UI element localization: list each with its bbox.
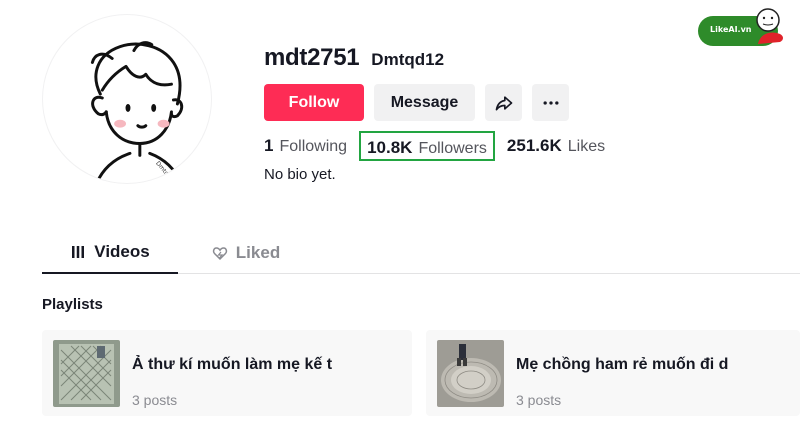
heart-outline-icon <box>212 247 227 261</box>
username: mdt2751 <box>264 44 360 71</box>
followers-count: 10.8K <box>367 138 413 157</box>
playlist-count: 3 posts <box>132 391 178 408</box>
profile-actions: Follow Message <box>264 84 569 121</box>
likes-stat: 251.6K Likes <box>507 131 605 161</box>
tab-liked[interactable]: Liked <box>178 232 314 274</box>
playlist-thumbnail <box>53 339 120 407</box>
share-icon <box>495 95 512 110</box>
profile-info: mdt2751 Dmtqd12 <box>264 44 444 76</box>
site-logo: LikeAI.vn <box>696 4 800 54</box>
playlist-text: Ả thư kí muốn làm mẹ kế t 3 posts <box>132 340 412 408</box>
follow-button[interactable]: Follow <box>264 84 364 121</box>
profile-avatar[interactable]: Dmtqd <box>42 14 212 184</box>
likes-label: Likes <box>567 138 606 155</box>
share-button[interactable] <box>485 84 522 121</box>
playlists-heading: Playlists <box>42 296 103 313</box>
followers-label: Followers <box>418 140 487 157</box>
playlist-thumbnail-image <box>437 339 504 407</box>
following-label: Following <box>279 138 348 155</box>
logo-text: LikeAI.vn <box>710 25 752 34</box>
playlist-count: 3 posts <box>516 391 562 408</box>
profile-tabs: Videos Liked <box>42 232 800 274</box>
following-count: 1 <box>264 136 274 155</box>
playlist-name: Mẹ chồng ham rẻ muốn đi d <box>516 355 729 373</box>
tab-videos-label: Videos <box>94 242 150 261</box>
profile-stats: 1 Following 10.8K Followers 251.6K Likes <box>264 131 605 161</box>
tab-liked-label: Liked <box>235 243 281 262</box>
more-horizontal-icon <box>543 100 558 105</box>
nickname: Dmtqd12 <box>371 50 445 69</box>
playlist-name: Ả thư kí muốn làm mẹ kế t <box>132 355 333 373</box>
followers-stat[interactable]: 10.8K Followers <box>359 131 495 161</box>
profile-bio: No bio yet. <box>264 166 336 183</box>
tab-videos[interactable]: Videos <box>42 232 178 274</box>
playlist-text: Mẹ chồng ham rẻ muốn đi d 3 posts <box>516 340 800 408</box>
playlist-thumbnail-image <box>53 339 120 407</box>
avatar-illustration: Dmtqd <box>90 41 184 183</box>
name-row: mdt2751 Dmtqd12 <box>264 44 444 76</box>
playlist-card[interactable]: Mẹ chồng ham rẻ muốn đi d 3 posts <box>426 330 800 416</box>
more-options-button[interactable] <box>532 84 569 121</box>
grid-icon <box>72 246 85 258</box>
message-button[interactable]: Message <box>374 84 475 121</box>
following-stat[interactable]: 1 Following <box>264 131 347 161</box>
likes-count: 251.6K <box>506 136 562 155</box>
playlist-thumbnail <box>437 339 504 407</box>
playlist-card[interactable]: Ả thư kí muốn làm mẹ kế t 3 posts <box>42 330 412 416</box>
